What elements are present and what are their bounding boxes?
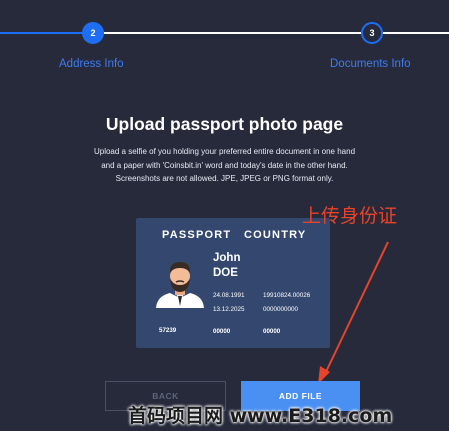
upload-description: Upload a selfie of you holding your pref…	[72, 145, 377, 186]
passport-first-name: John	[213, 252, 241, 264]
description-line-3: Screenshots are not allowed. JPE, JPEG o…	[115, 174, 334, 183]
description-line-2: and a paper with 'Coinsbit.in' word and …	[101, 160, 348, 170]
passport-header-left: PASSPORT	[162, 229, 232, 241]
passport-doc-number: 0000000000	[263, 306, 299, 313]
passport-issue-date: 13.12.2025	[213, 306, 245, 313]
stepper-step-3-dot: 3	[361, 22, 383, 44]
passport-footer-1: 57239	[159, 327, 177, 334]
page-title: Upload passport photo page	[105, 114, 344, 134]
passport-header-right: COUNTRY	[244, 229, 307, 241]
description-line-1: Upload a selfie of you holding your pref…	[93, 147, 356, 156]
arrow-icon	[318, 241, 389, 384]
stepper-step-2-number: 2	[90, 28, 96, 38]
passport-footer-2: 00000	[213, 328, 231, 335]
stepper-step-2-dot: 2	[82, 22, 104, 44]
stepper-line-complete	[0, 32, 83, 34]
annotation-text: 上传身份证	[302, 205, 398, 227]
passport-birth-date: 24.08.1991	[213, 292, 245, 299]
stepper-step-2-label: Address Info	[59, 58, 124, 70]
stepper-line-pending	[104, 32, 362, 34]
passport-last-name: DOE	[213, 267, 238, 279]
person-avatar-icon	[156, 262, 204, 308]
stepper-step-3-label: Documents Info	[330, 58, 411, 70]
stepper-line-pending-end	[382, 32, 449, 34]
passport-footer-3: 00000	[263, 328, 281, 335]
stepper-step-3-number: 3	[369, 28, 375, 38]
watermark-text: 首码项目网 www.E318.com	[128, 405, 393, 427]
